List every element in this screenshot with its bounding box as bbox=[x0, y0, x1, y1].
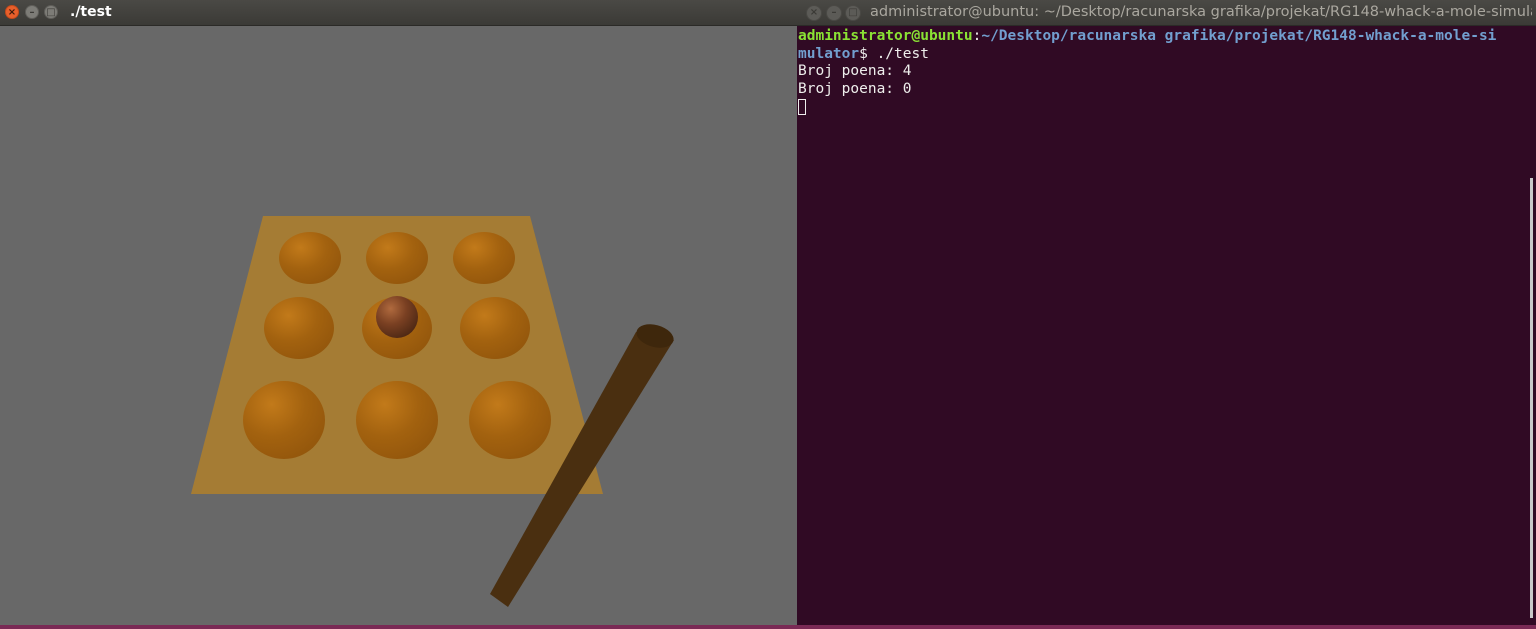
game-window: × – □ ./test bbox=[0, 0, 797, 625]
game-scene[interactable] bbox=[0, 26, 797, 625]
mole[interactable] bbox=[376, 296, 418, 338]
terminal-scrollbar[interactable] bbox=[1530, 178, 1533, 618]
game-titlebar[interactable]: × – □ ./test bbox=[0, 0, 797, 26]
terminal-cursor bbox=[798, 99, 806, 115]
hole[interactable] bbox=[366, 232, 428, 284]
desktop-background bbox=[0, 625, 1536, 629]
close-icon[interactable]: × bbox=[806, 5, 822, 21]
hole[interactable] bbox=[469, 381, 551, 459]
minimize-icon[interactable]: – bbox=[25, 5, 39, 19]
command-text: $ ./test bbox=[859, 45, 929, 62]
minimize-icon[interactable]: – bbox=[826, 5, 842, 21]
hole[interactable] bbox=[264, 297, 334, 359]
hole[interactable] bbox=[460, 297, 530, 359]
close-icon[interactable]: × bbox=[5, 5, 19, 19]
hole[interactable] bbox=[279, 232, 341, 284]
prompt-path-wrap: mulator bbox=[798, 45, 860, 62]
game-window-title: ./test bbox=[70, 4, 112, 20]
terminal-output[interactable]: administrator@ubuntu:~/Desktop/racunarsk… bbox=[797, 26, 1528, 623]
terminal-titlebar[interactable]: × – □ administrator@ubuntu: ~/Desktop/ra… bbox=[797, 0, 1536, 26]
maximize-icon[interactable]: □ bbox=[44, 5, 58, 19]
output-line: Broj poena: 4 bbox=[798, 63, 912, 79]
hole[interactable] bbox=[356, 381, 438, 459]
terminal-window-title: administrator@ubuntu: ~/Desktop/racunars… bbox=[870, 4, 1532, 20]
prompt-user: administrator@ubuntu bbox=[798, 28, 973, 44]
prompt-path: ~/Desktop/racunarska grafika/projekat/RG… bbox=[981, 28, 1497, 44]
terminal-window: × – □ administrator@ubuntu: ~/Desktop/ra… bbox=[797, 0, 1536, 625]
prompt-line-wrap: mulator$ ./test bbox=[798, 46, 1528, 64]
hole[interactable] bbox=[243, 381, 325, 459]
output-line: Broj poena: 0 bbox=[798, 80, 912, 97]
maximize-icon[interactable]: □ bbox=[845, 5, 861, 21]
prompt-line: administrator@ubuntu:~/Desktop/racunarsk… bbox=[798, 28, 1528, 46]
hole[interactable] bbox=[453, 232, 515, 284]
